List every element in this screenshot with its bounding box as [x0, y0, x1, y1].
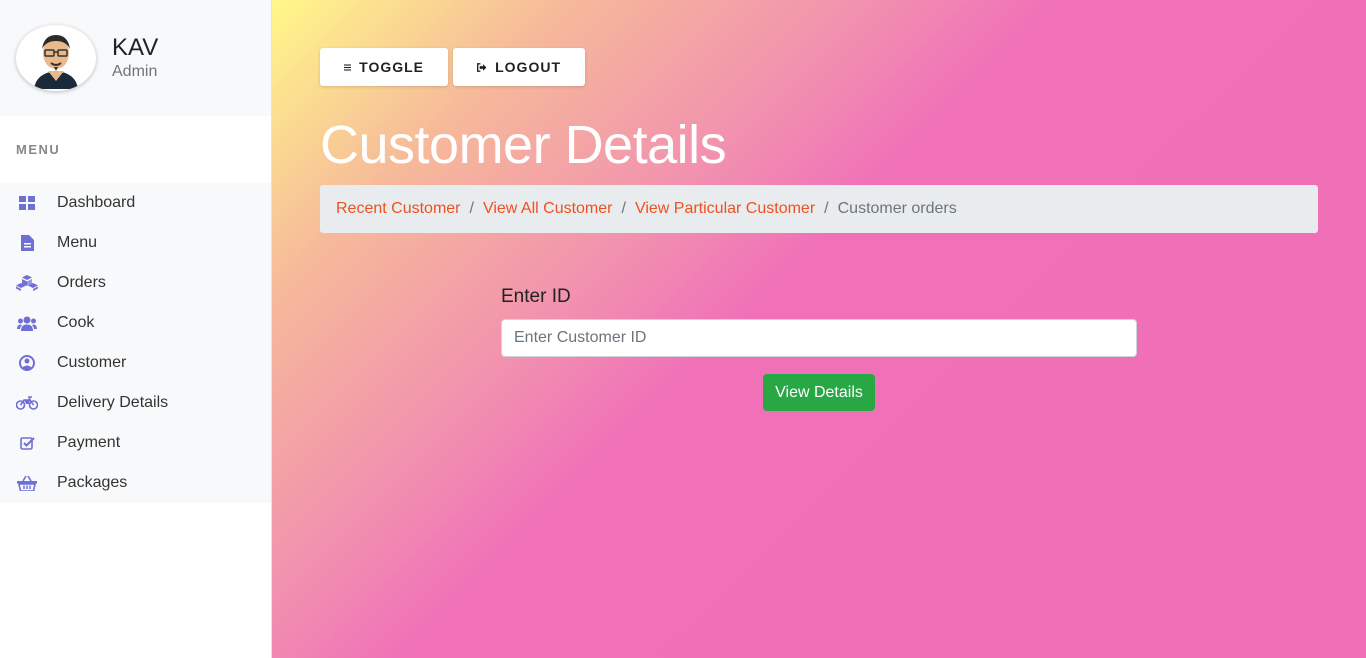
sidebar-item-label: Cook	[57, 314, 95, 331]
breadcrumb-separator: /	[621, 200, 626, 217]
view-details-button[interactable]: View Details	[763, 374, 875, 411]
sidebar-item-packages[interactable]: Packages	[0, 463, 271, 503]
user-circle-icon	[16, 354, 38, 372]
profile-card: KAV Admin	[0, 0, 271, 116]
sidebar-item-label: Menu	[57, 234, 98, 251]
sidebar-item-dashboard[interactable]: Dashboard	[0, 183, 271, 223]
logout-button[interactable]: LOGOUT	[453, 48, 585, 86]
sidebar-item-delivery-details[interactable]: Delivery Details	[0, 383, 271, 423]
breadcrumb-current: Customer orders	[837, 200, 957, 217]
avatar-icon	[34, 35, 78, 89]
sidebar: KAV Admin MENU Dashboard Menu Orders Coo…	[0, 0, 272, 658]
dashboard-icon	[16, 194, 38, 212]
sidebar-item-label: Delivery Details	[57, 394, 169, 411]
customer-id-input[interactable]	[501, 319, 1137, 357]
sidebar-item-payment[interactable]: Payment	[0, 423, 271, 463]
profile-name: KAV	[112, 34, 159, 61]
breadcrumb: Recent Customer / View All Customer / Vi…	[320, 185, 1318, 233]
sidebar-item-label: Payment	[57, 434, 121, 451]
sidebar-item-label: Dashboard	[57, 194, 136, 211]
breadcrumb-link-view-particular-customer[interactable]: View Particular Customer	[635, 200, 815, 218]
document-icon	[16, 234, 38, 252]
bars-icon	[344, 63, 352, 71]
sidebar-item-customer[interactable]: Customer	[0, 343, 271, 383]
sidebar-item-cook[interactable]: Cook	[0, 303, 271, 343]
users-icon	[16, 314, 38, 332]
profile-role: Admin	[112, 63, 158, 80]
sign-out-icon	[477, 62, 487, 72]
sidebar-item-orders[interactable]: Orders	[0, 263, 271, 303]
motorcycle-icon	[16, 394, 38, 412]
breadcrumb-separator: /	[824, 200, 829, 217]
toggle-button-label: TOGGLE	[359, 59, 424, 75]
menu-heading: MENU	[16, 142, 61, 157]
sidebar-item-label: Orders	[57, 274, 106, 291]
check-square-icon	[16, 434, 38, 452]
toolbar: TOGGLE LOGOUT	[320, 48, 585, 86]
breadcrumb-link-recent-customer[interactable]: Recent Customer	[336, 200, 461, 218]
page-title: Customer Details	[320, 115, 727, 175]
main-content: TOGGLE LOGOUT Customer Details Recent Cu…	[272, 0, 1366, 658]
sidebar-item-menu[interactable]: Menu	[0, 223, 271, 263]
toggle-button[interactable]: TOGGLE	[320, 48, 448, 86]
sidebar-item-label: Packages	[57, 474, 128, 491]
logout-button-label: LOGOUT	[495, 59, 561, 75]
avatar[interactable]	[16, 25, 96, 91]
sidebar-item-label: Customer	[57, 354, 127, 371]
customer-id-label: Enter ID	[501, 286, 571, 307]
breadcrumb-separator: /	[469, 200, 474, 217]
basket-icon	[16, 474, 38, 492]
breadcrumb-link-view-all-customer[interactable]: View All Customer	[483, 200, 613, 218]
cubes-icon	[16, 274, 38, 292]
sidebar-nav: Dashboard Menu Orders Cook Customer Deli…	[0, 183, 271, 503]
